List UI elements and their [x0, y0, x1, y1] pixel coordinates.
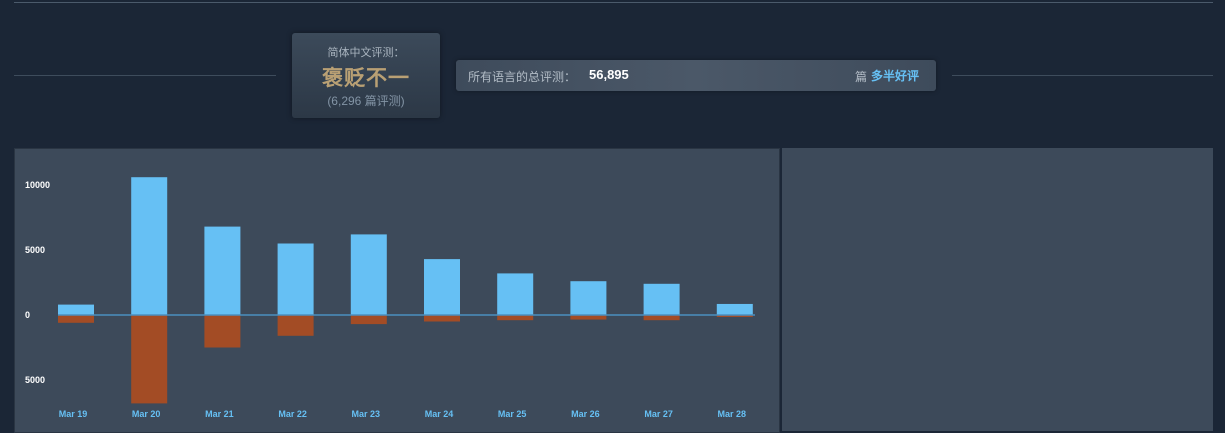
- all-languages-review-summary[interactable]: 所有语言的总评测： 56,895 篇 多半好评: [456, 60, 936, 91]
- negative-bar[interactable]: [204, 315, 241, 348]
- y-tick-label: 5000: [25, 245, 45, 255]
- y-tick-label: 0: [25, 310, 30, 320]
- positive-bar[interactable]: [716, 303, 753, 315]
- review-histogram-chart[interactable]: 10000 5000 0 5000 Mar 19 Mar 20 Mar 21 Mar 22 Ma…: [15, 149, 779, 432]
- all-languages-rating[interactable]: 多半好评: [871, 67, 919, 84]
- right-divider: [952, 75, 1213, 76]
- x-tick-label: Mar 20: [132, 409, 161, 419]
- x-tick-label: Mar 19: [59, 409, 88, 419]
- negative-bar[interactable]: [350, 315, 387, 325]
- negative-bar[interactable]: [497, 315, 534, 321]
- top-divider: [14, 2, 1213, 3]
- negative-bar[interactable]: [424, 315, 460, 322]
- x-tick-label: Mar 21: [205, 409, 234, 419]
- x-tick-label: Mar 23: [352, 409, 381, 419]
- positive-bar[interactable]: [570, 281, 607, 315]
- x-tick-label: Mar 25: [498, 409, 527, 419]
- language-review-label: 简体中文评测：: [327, 47, 405, 59]
- language-review-rating: 褒贬不一: [322, 67, 410, 90]
- all-languages-label: 所有语言的总评测：: [468, 70, 577, 84]
- x-tick-label: Mar 24: [425, 409, 454, 419]
- positive-bar[interactable]: [643, 283, 680, 315]
- positive-bar[interactable]: [497, 273, 534, 315]
- positive-bar[interactable]: [131, 177, 168, 315]
- language-review-summary[interactable]: 简体中文评测： 褒贬不一 (6,296 篇评测): [292, 33, 440, 118]
- all-languages-count: 56,895: [589, 67, 629, 82]
- positive-bar[interactable]: [424, 259, 460, 315]
- positive-bar[interactable]: [58, 304, 94, 315]
- left-divider: [14, 75, 276, 76]
- x-tick-label: Mar 26: [571, 409, 600, 419]
- negative-bar[interactable]: [277, 315, 314, 336]
- review-histogram-panel: 10000 5000 0 5000 Mar 19 Mar 20 Mar 21 Mar 22 Ma…: [14, 148, 780, 433]
- negative-bar[interactable]: [131, 315, 168, 404]
- negative-bar[interactable]: [58, 315, 94, 323]
- positive-bar[interactable]: [204, 226, 241, 315]
- side-panel: [782, 148, 1213, 431]
- x-tick-label: Mar 27: [644, 409, 673, 419]
- all-languages-unit: 篇: [855, 70, 868, 84]
- positive-bar[interactable]: [350, 234, 387, 315]
- negative-bar[interactable]: [643, 315, 680, 321]
- y-tick-label: 10000: [25, 180, 50, 190]
- positive-bar[interactable]: [277, 243, 314, 316]
- language-review-count: (6,296 篇评测): [327, 94, 405, 108]
- x-tick-label: Mar 28: [718, 409, 747, 419]
- y-tick-label: 5000: [25, 375, 45, 385]
- x-tick-label: Mar 22: [278, 409, 307, 419]
